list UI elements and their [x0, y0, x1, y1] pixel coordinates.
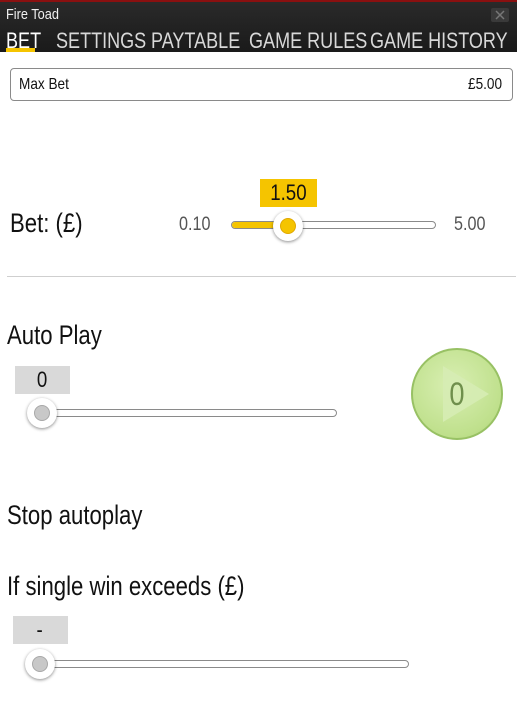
stop-autoplay-heading: Stop autoplay [7, 500, 143, 530]
bet-min-label: 0.10 [179, 214, 211, 235]
max-bet-value: £5.00 [467, 76, 502, 93]
tab-bar: BET SETTINGS PAYTABLE GAME RULES GAME HI… [0, 28, 517, 54]
bet-value: 1.50 [270, 180, 307, 205]
bet-thumb-dot [280, 218, 297, 234]
top-bar: Fire Toad BET SETTINGS PAYTABLE GAME RUL… [0, 0, 517, 54]
bet-label: Bet: (£) [10, 208, 83, 238]
max-bet-label: Max Bet [19, 76, 69, 93]
tab-settings[interactable]: SETTINGS [56, 28, 146, 54]
auto-play-count: 0 [413, 350, 501, 438]
single-win-value: - [36, 617, 44, 642]
bet-slider-thumb[interactable] [273, 211, 304, 241]
bet-max-label: 5.00 [454, 214, 486, 235]
auto-play-start-button[interactable]: 0 [411, 348, 503, 440]
single-win-slider[interactable] [38, 660, 409, 668]
auto-play-thumb-dot [34, 405, 50, 421]
auto-play-slider[interactable] [40, 409, 337, 417]
auto-play-value-badge: 0 [14, 366, 70, 394]
max-bet-button[interactable]: Max Bet £5.00 [10, 68, 513, 101]
section-divider [7, 276, 516, 277]
tab-paytable[interactable]: PAYTABLE [151, 28, 240, 54]
auto-play-value: 0 [36, 367, 48, 392]
single-win-value-badge: - [12, 616, 68, 644]
bet-slider[interactable] [231, 221, 436, 229]
active-tab-indicator [6, 48, 35, 52]
single-win-thumb-dot [32, 656, 48, 672]
auto-play-heading: Auto Play [7, 320, 102, 350]
single-win-heading: If single win exceeds (£) [7, 571, 245, 601]
single-win-slider-thumb[interactable] [25, 649, 55, 679]
app-title: Fire Toad [6, 6, 59, 23]
tab-game-rules[interactable]: GAME RULES [249, 28, 367, 54]
tab-game-history[interactable]: GAME HISTORY [370, 28, 508, 54]
close-icon[interactable] [491, 8, 509, 22]
auto-play-count-text: 0 [449, 376, 465, 412]
auto-play-slider-thumb[interactable] [27, 398, 57, 428]
bet-value-badge: 1.50 [259, 179, 317, 207]
